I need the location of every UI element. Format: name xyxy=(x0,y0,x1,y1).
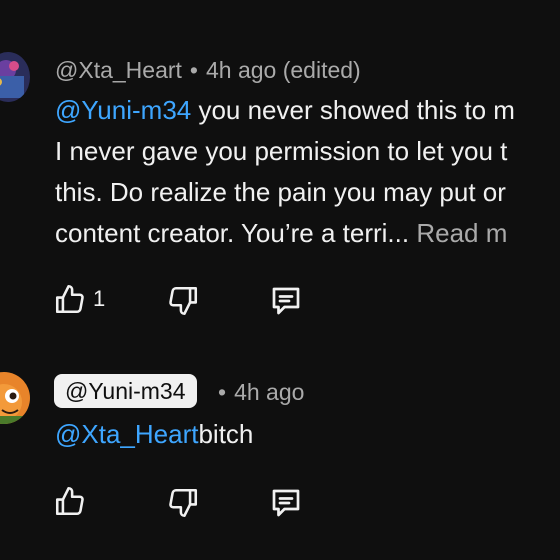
read-more-link[interactable]: Read m xyxy=(416,218,507,248)
comment-text: bitch xyxy=(198,419,254,449)
comment-line-2: I never gave you permission to let you t xyxy=(55,136,508,166)
author-handle-chip[interactable]: @Yuni-m34 xyxy=(54,374,197,408)
thumb-down-icon xyxy=(169,488,198,518)
dislike-button[interactable] xyxy=(166,486,200,520)
thumb-up-icon xyxy=(55,284,84,314)
comment-line-4: content creator. You’re a terri... Read … xyxy=(55,213,515,254)
comment-line-3: this. Do realize the pain you may put or xyxy=(55,177,506,207)
mention-link[interactable]: @Yuni-m34 xyxy=(55,95,191,125)
comment-text: you never showed this to m xyxy=(191,95,515,125)
like-count: 1 xyxy=(93,286,106,311)
like-button[interactable] xyxy=(53,484,87,518)
avatar-yuni-m34[interactable] xyxy=(0,372,30,424)
thumb-down-icon xyxy=(169,286,198,316)
separator-dot: • xyxy=(189,57,198,83)
timestamp[interactable]: 4h ago xyxy=(234,379,304,405)
dislike-button[interactable] xyxy=(166,284,200,318)
author-handle[interactable]: @Xta_Heart xyxy=(55,57,182,83)
comment-line-1: @Yuni-m34 you never showed this to m xyxy=(55,90,515,131)
reply-button[interactable] xyxy=(268,485,304,521)
comment-meta: @Xta_Heart • 4h ago (edited) xyxy=(55,57,361,84)
comment-body: @Yuni-m34 you never showed this to m I n… xyxy=(55,90,515,254)
reply-icon xyxy=(272,287,300,315)
mention-link[interactable]: @Xta_Heart xyxy=(55,419,198,449)
reply-button[interactable] xyxy=(268,283,304,319)
avatar-xta-heart[interactable] xyxy=(0,52,30,102)
comment-meta: • 4h ago xyxy=(218,379,304,406)
like-button[interactable]: 1 xyxy=(53,282,105,316)
comment-body: @Xta_Heartbitch xyxy=(55,414,253,455)
separator-dot: • xyxy=(218,379,227,405)
reply-icon xyxy=(272,489,300,517)
timestamp[interactable]: 4h ago xyxy=(206,57,276,83)
thumb-up-icon xyxy=(55,486,84,516)
comment-text: content creator. You’re a terri... xyxy=(55,218,410,248)
edited-label: (edited) xyxy=(282,57,361,83)
